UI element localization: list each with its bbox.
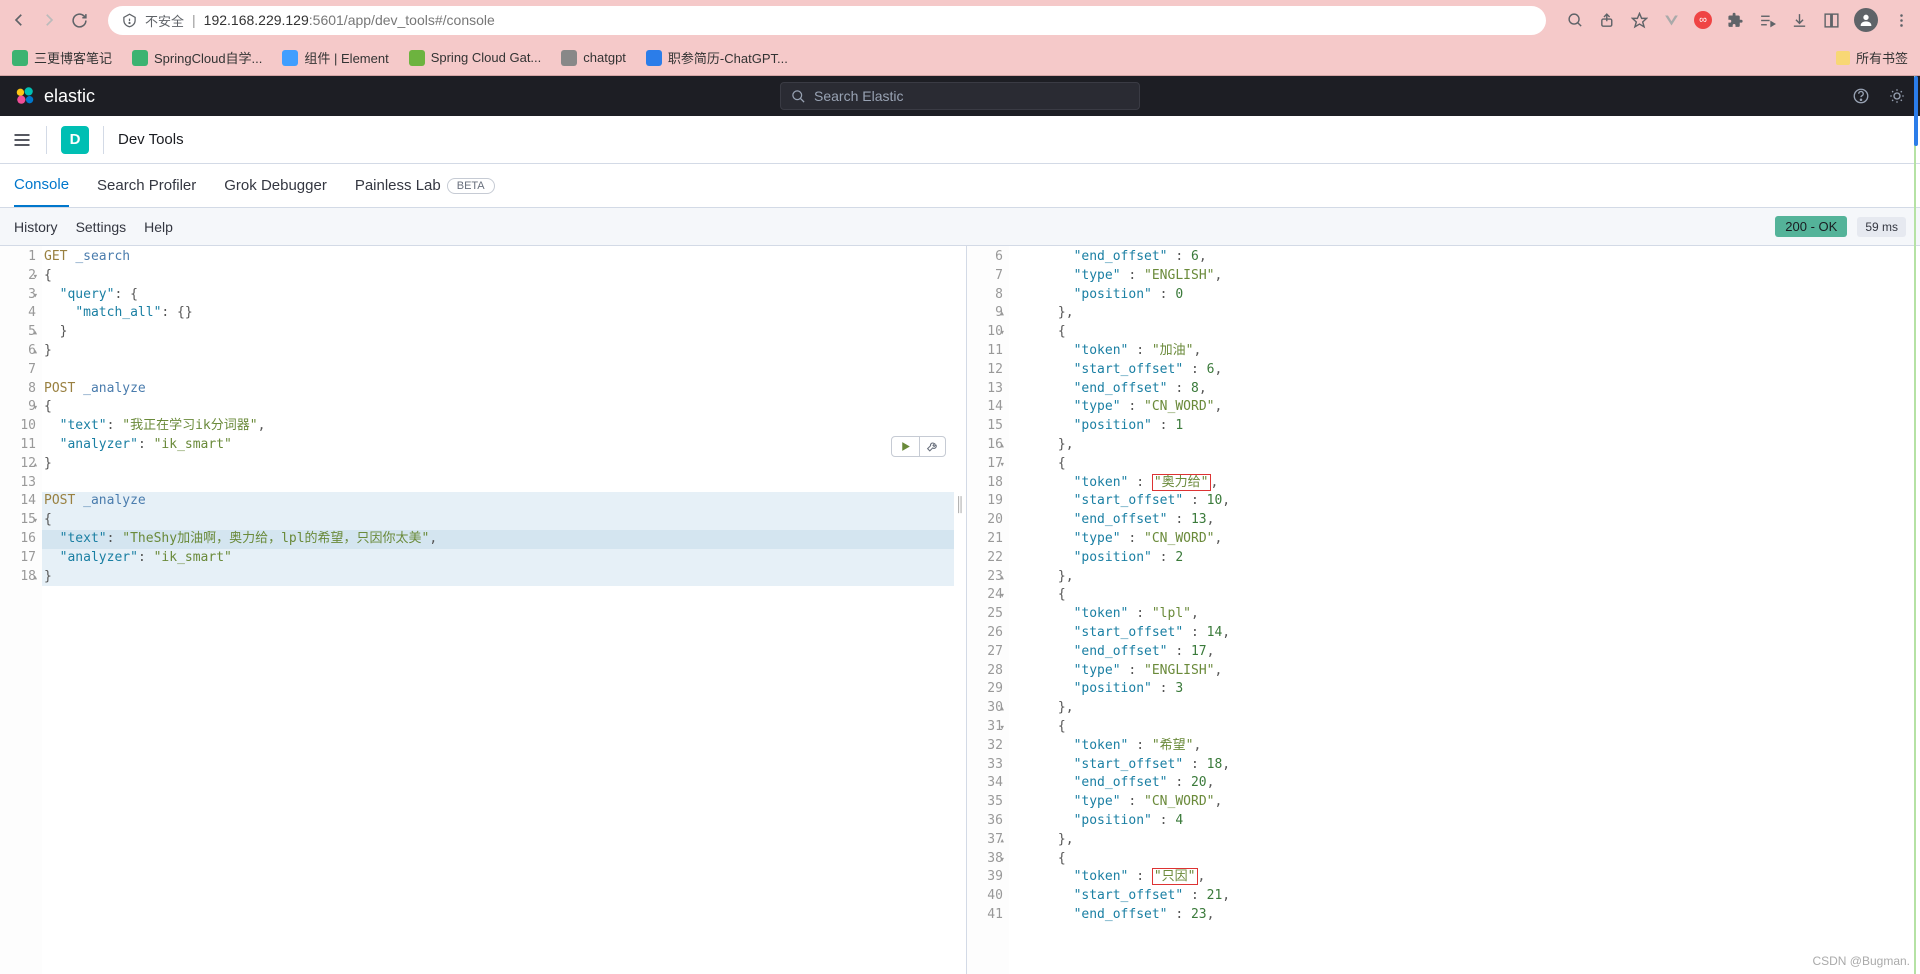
console-toolbar: History Settings Help 200 - OK 59 ms xyxy=(0,208,1920,246)
insecure-label: 不安全 xyxy=(145,11,184,30)
address-bar[interactable]: 不安全 | 192.168.229.129:5601/app/dev_tools… xyxy=(108,6,1546,35)
editor-container: 12▾3▾45▴6▴789▾101112▴131415▾161718▴ GET … xyxy=(0,246,1920,974)
bookmark-star-icon[interactable] xyxy=(1630,11,1648,29)
playlist-icon[interactable] xyxy=(1758,11,1776,29)
bookmark-favicon-icon xyxy=(12,50,28,66)
bookmark-label: SpringCloud自学... xyxy=(154,48,262,67)
response-viewer[interactable]: 6789▴10▾111213141516▴17▾181920212223▴24▾… xyxy=(966,246,1920,974)
tab-label: Grok Debugger xyxy=(224,177,327,194)
bookmark-item[interactable]: 职参简历-ChatGPT... xyxy=(646,48,788,67)
insecure-icon xyxy=(122,13,137,28)
tab-ui-icon[interactable] xyxy=(1822,11,1840,29)
url-separator: | xyxy=(192,12,196,28)
bookmark-favicon-icon xyxy=(409,50,425,66)
splitter-handle-icon: ║ xyxy=(955,496,965,512)
page-scrollbar[interactable] xyxy=(1912,76,1918,974)
elastic-logo-icon xyxy=(14,85,36,107)
nav-toggle-button[interactable] xyxy=(12,130,32,150)
bookmark-label: Spring Cloud Gat... xyxy=(431,50,542,65)
request-code[interactable]: GET _search{ "query": { "match_all": {} … xyxy=(42,246,954,974)
help-icon[interactable] xyxy=(1852,87,1870,105)
bookmark-favicon-icon xyxy=(646,50,662,66)
bookmark-label: chatgpt xyxy=(583,50,626,65)
bookmark-item[interactable]: chatgpt xyxy=(561,50,626,66)
extension-red-icon[interactable]: ∞ xyxy=(1694,11,1712,29)
elastic-brand-text: elastic xyxy=(44,86,95,107)
run-request-button[interactable] xyxy=(892,437,920,456)
browser-menu-icon[interactable] xyxy=(1892,11,1910,29)
beta-badge: BETA xyxy=(447,178,495,194)
response-code: "end_offset" : 6, "type" : "ENGLISH", "p… xyxy=(1009,246,1920,974)
folder-icon xyxy=(1836,51,1850,65)
response-gutter: 6789▴10▾111213141516▴17▾181920212223▴24▾… xyxy=(967,246,1009,974)
breadcrumb[interactable]: Dev Tools xyxy=(118,131,184,148)
tab-painless-lab[interactable]: Painless Lab BETA xyxy=(355,164,495,207)
forward-button[interactable] xyxy=(40,11,58,29)
all-bookmarks-button[interactable]: 所有书签 xyxy=(1836,48,1908,67)
tab-label: Search Profiler xyxy=(97,177,196,194)
browser-right-icons: ∞ xyxy=(1566,8,1910,32)
response-time: 59 ms xyxy=(1857,217,1906,237)
back-button[interactable] xyxy=(10,11,28,29)
bookmark-item[interactable]: 组件 | Element xyxy=(282,48,388,67)
url-text: 192.168.229.129:5601/app/dev_tools#/cons… xyxy=(204,12,495,28)
elastic-logo[interactable]: elastic xyxy=(14,85,95,107)
profile-avatar-icon[interactable] xyxy=(1854,8,1878,32)
bookmark-label: 组件 | Element xyxy=(304,48,388,67)
tab-grok-debugger[interactable]: Grok Debugger xyxy=(224,164,327,207)
search-placeholder: Search Elastic xyxy=(814,88,903,104)
bookmark-favicon-icon xyxy=(561,50,577,66)
bookmark-label: 职参简历-ChatGPT... xyxy=(668,48,788,67)
bookmark-favicon-icon xyxy=(282,50,298,66)
all-bookmarks-label: 所有书签 xyxy=(1856,48,1908,67)
reload-button[interactable] xyxy=(70,11,88,29)
share-icon[interactable] xyxy=(1598,11,1616,29)
zoom-icon[interactable] xyxy=(1566,11,1584,29)
bookmark-item[interactable]: SpringCloud自学... xyxy=(132,48,262,67)
tab-console[interactable]: Console xyxy=(14,164,69,207)
editor-splitter[interactable]: ║ xyxy=(954,246,966,974)
sub-header: D Dev Tools xyxy=(0,116,1920,164)
toolbar-history[interactable]: History xyxy=(14,219,58,235)
app-badge[interactable]: D xyxy=(61,126,89,154)
downloads-icon[interactable] xyxy=(1790,11,1808,29)
browser-toolbar: 不安全 | 192.168.229.129:5601/app/dev_tools… xyxy=(0,0,1920,40)
request-actions xyxy=(891,436,946,457)
bookmark-favicon-icon xyxy=(132,50,148,66)
newsfeed-icon[interactable] xyxy=(1888,87,1906,105)
bookmark-item[interactable]: 三更博客笔记 xyxy=(12,48,112,67)
toolbar-settings[interactable]: Settings xyxy=(76,219,127,235)
divider xyxy=(46,126,47,154)
request-options-button[interactable] xyxy=(920,437,945,456)
bookmark-label: 三更博客笔记 xyxy=(34,48,112,67)
bookmarks-bar: 三更博客笔记 SpringCloud自学... 组件 | Element Spring… xyxy=(0,40,1920,76)
divider xyxy=(103,126,104,154)
watermark: CSDN @Bugman. xyxy=(1812,954,1910,968)
tab-label: Painless Lab xyxy=(355,177,441,194)
elastic-header: elastic Search Elastic xyxy=(0,76,1920,116)
request-editor[interactable]: 12▾3▾45▴6▴789▾101112▴131415▾161718▴ GET … xyxy=(0,246,954,974)
extension-v-icon[interactable] xyxy=(1662,11,1680,29)
response-status: 200 - OK xyxy=(1775,216,1847,237)
tab-label: Console xyxy=(14,176,69,193)
bookmark-item[interactable]: Spring Cloud Gat... xyxy=(409,50,542,66)
search-icon xyxy=(791,89,806,104)
extensions-puzzle-icon[interactable] xyxy=(1726,11,1744,29)
request-gutter: 12▾3▾45▴6▴789▾101112▴131415▾161718▴ xyxy=(0,246,42,974)
search-elastic-input[interactable]: Search Elastic xyxy=(780,82,1140,110)
tab-search-profiler[interactable]: Search Profiler xyxy=(97,164,196,207)
toolbar-help[interactable]: Help xyxy=(144,219,173,235)
devtools-tabs: Console Search Profiler Grok Debugger Painl… xyxy=(0,164,1920,208)
